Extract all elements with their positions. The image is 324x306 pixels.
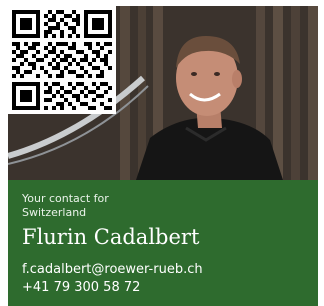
contact-email-link[interactable]: f.cadalbert@roewer-rueb.ch [22,262,203,278]
contact-label-line1: Your contact for [22,192,109,205]
qr-code-graphic [12,10,112,110]
contact-phone-link[interactable]: +41 79 300 58 72 [22,280,140,296]
contact-info-panel: Your contact for Switzerland Flurin Cada… [8,180,318,306]
contact-card: Your contact for Switzerland Flurin Cada… [8,6,318,306]
contact-label-line2: Switzerland [22,206,87,219]
contact-name: Flurin Cadalbert [22,225,200,249]
contact-photo [8,6,318,180]
qr-code-icon [8,6,116,114]
